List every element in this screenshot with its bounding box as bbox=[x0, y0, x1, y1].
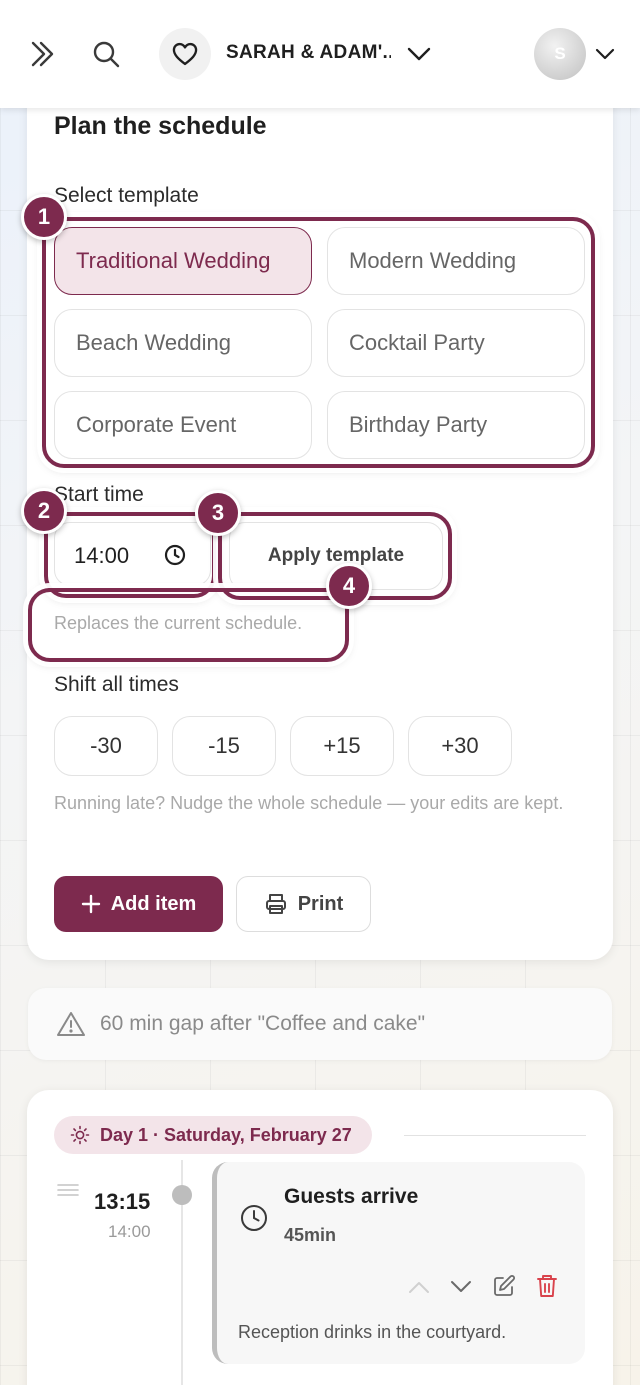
apply-hint: Replaces the current schedule. bbox=[54, 613, 303, 633]
schedule-gap-warning: 60 min gap after "Coffee and cake" bbox=[28, 988, 612, 1060]
drag-handle-icon[interactable] bbox=[57, 1183, 79, 1197]
avatar[interactable]: S bbox=[534, 28, 586, 80]
template-modern-wedding[interactable]: Modern Wedding bbox=[327, 227, 585, 295]
search-button[interactable] bbox=[86, 34, 126, 74]
warning-icon bbox=[57, 1012, 85, 1036]
annotation-badge-2: 2 bbox=[21, 488, 67, 534]
item-title: Guests arrive bbox=[284, 1185, 419, 1208]
template-cocktail-party[interactable]: Cocktail Party bbox=[327, 309, 585, 377]
shift-times-label: Shift all times bbox=[54, 673, 179, 696]
account-menu-button[interactable] bbox=[590, 38, 620, 70]
annotation-badge-4: 4 bbox=[326, 563, 372, 609]
print-label: Print bbox=[297, 892, 344, 915]
start-time-value: 14:00 bbox=[74, 543, 130, 568]
template-birthday-party[interactable]: Birthday Party bbox=[327, 391, 585, 459]
add-item-button[interactable]: Add item bbox=[54, 876, 223, 932]
clock-icon bbox=[241, 1205, 267, 1231]
trash-icon[interactable] bbox=[535, 1273, 559, 1299]
template-corporate-event[interactable]: Corporate Event bbox=[54, 391, 312, 459]
event-switcher-button[interactable] bbox=[402, 36, 436, 72]
printer-icon bbox=[265, 894, 286, 914]
shift-minus-15-button[interactable]: -15 bbox=[172, 716, 276, 776]
print-button[interactable]: Print bbox=[236, 876, 371, 932]
start-time-input[interactable]: 14:00 bbox=[54, 522, 211, 586]
shift-minus-30-button[interactable]: -30 bbox=[54, 716, 158, 776]
chevron-down-icon bbox=[595, 48, 615, 60]
day-chip[interactable]: Day 1 · Saturday, February 27 bbox=[54, 1116, 372, 1154]
template-traditional-wedding[interactable]: Traditional Wedding bbox=[54, 227, 312, 295]
heart-icon bbox=[172, 42, 198, 66]
edit-icon[interactable] bbox=[492, 1274, 516, 1298]
warning-text: 60 min gap after "Coffee and cake" bbox=[100, 1012, 426, 1035]
item-note: Reception drinks in the courtyard. bbox=[238, 1322, 507, 1342]
chevrons-right-icon bbox=[31, 41, 54, 67]
item-duration: 45min bbox=[284, 1225, 337, 1245]
start-time-label: Start time bbox=[54, 483, 144, 506]
item-start-time: 13:15 bbox=[94, 1189, 151, 1214]
search-icon bbox=[93, 41, 120, 68]
item-end-time: 14:00 bbox=[108, 1222, 151, 1241]
event-name[interactable]: SARAH & ADAM'... bbox=[226, 42, 391, 64]
select-template-label: Select template bbox=[54, 184, 199, 207]
day-divider bbox=[404, 1135, 586, 1136]
day-label: Day 1 · Saturday, February 27 bbox=[100, 1124, 352, 1145]
favorite-button[interactable] bbox=[159, 28, 211, 80]
template-beach-wedding[interactable]: Beach Wedding bbox=[54, 309, 312, 377]
expand-sidebar-button[interactable] bbox=[22, 34, 62, 74]
add-item-label: Add item bbox=[110, 892, 197, 915]
sun-icon bbox=[70, 1125, 90, 1145]
shift-plus-15-button[interactable]: +15 bbox=[290, 716, 394, 776]
chevron-up-icon[interactable] bbox=[407, 1277, 431, 1297]
clock-icon[interactable] bbox=[163, 543, 187, 567]
section-title: Plan the schedule bbox=[54, 112, 267, 140]
annotation-badge-3: 3 bbox=[195, 490, 241, 536]
timeline-dot bbox=[172, 1185, 192, 1205]
shift-plus-30-button[interactable]: +30 bbox=[408, 716, 512, 776]
chevron-down-icon[interactable] bbox=[449, 1277, 473, 1297]
shift-hint: Running late? Nudge the whole schedule —… bbox=[54, 793, 564, 813]
top-bar: SARAH & ADAM'... S bbox=[0, 0, 640, 108]
plus-icon bbox=[81, 894, 100, 914]
annotation-badge-1: 1 bbox=[21, 194, 67, 240]
chevron-down-icon bbox=[407, 47, 431, 61]
